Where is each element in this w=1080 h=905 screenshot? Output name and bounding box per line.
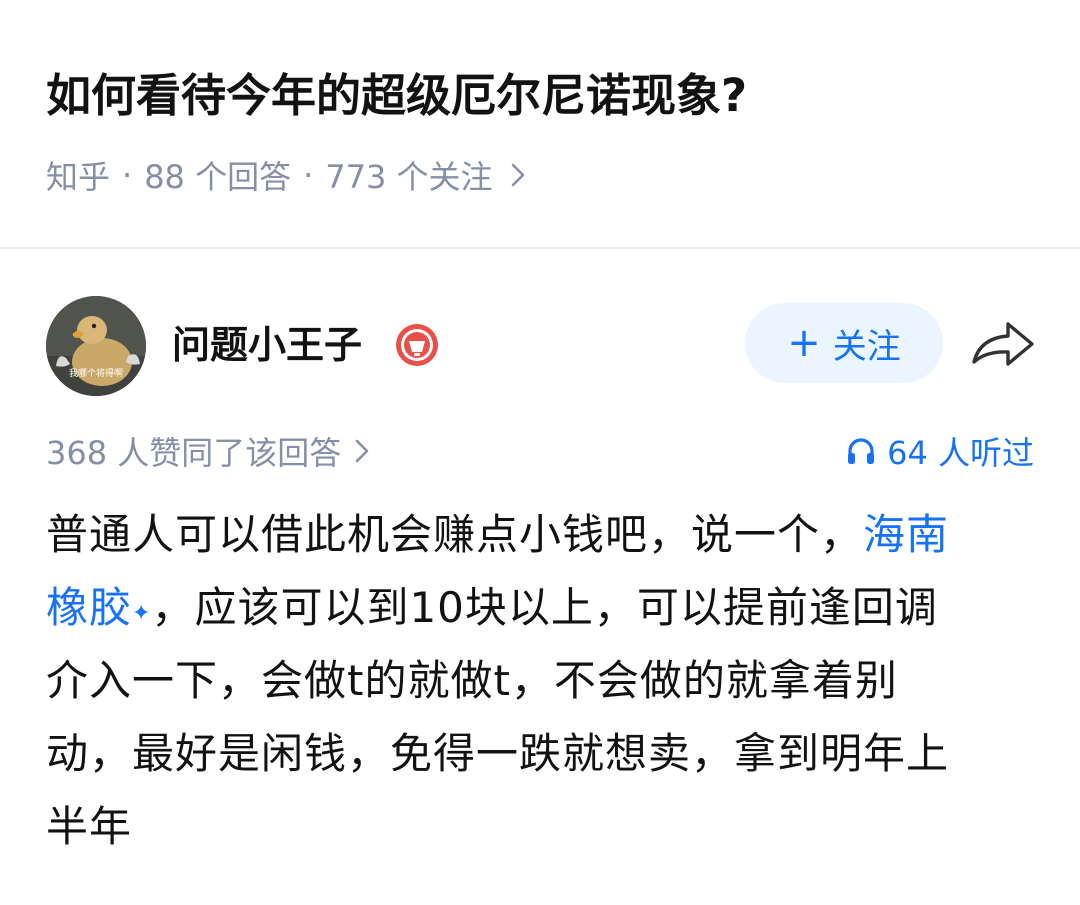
chevron-right-icon — [511, 163, 525, 187]
chevron-right-icon — [355, 439, 369, 463]
author-name[interactable]: 问题小王子 — [172, 317, 362, 373]
avatar[interactable]: 我哪个将得啊 — [46, 296, 146, 396]
follow-button[interactable]: + 关注 — [745, 303, 943, 383]
headphones-icon — [845, 435, 877, 467]
keyword-link[interactable]: 海南 — [863, 510, 949, 559]
answer-line: 普通人可以借此机会赚点小钱吧，说一个，海南 — [46, 498, 1036, 571]
svg-text:我哪个将得啊: 我哪个将得啊 — [69, 367, 123, 379]
section-divider — [0, 247, 1080, 249]
answer-line: 介入一下，会做t的就做t，不会做的就拿着别 — [46, 656, 898, 705]
meta-separator: · — [122, 156, 133, 194]
share-icon[interactable] — [970, 318, 1036, 370]
answer-line: 动，最好是闲钱，免得一跌就想卖，拿到明年上 — [46, 729, 950, 778]
listen-count-label: 64 人听过 — [887, 434, 1034, 472]
badge-icon[interactable] — [394, 322, 440, 368]
answer-line: 半年 — [46, 802, 133, 851]
answer-page: 如何看待今年的超级厄尔尼诺现象? 知乎 · 88 个回答 · 773 个关注 我… — [0, 0, 1080, 905]
answer-text: ，应该可以到10块以上，可以提前逢回调 — [151, 583, 938, 632]
vote-count-label: 368 人赞同了该回答 — [46, 434, 342, 472]
vote-count[interactable]: 368 人赞同了该回答 — [46, 428, 369, 474]
meta-separator: · — [303, 156, 314, 194]
keyword-link[interactable]: 橡胶 — [46, 583, 132, 632]
answer-count: 88 个回答 — [144, 158, 292, 196]
question-title[interactable]: 如何看待今年的超级厄尔尼诺现象? — [46, 62, 747, 130]
listen-count[interactable]: 64 人听过 — [845, 428, 1034, 474]
sparkle-icon: ✦ — [132, 601, 152, 626]
follower-count: 773 个关注 — [325, 158, 493, 196]
answer-text: 普通人可以借此机会赚点小钱吧，说一个， — [46, 510, 864, 559]
source-label: 知乎 — [46, 158, 111, 196]
answer-content: 普通人可以借此机会赚点小钱吧，说一个，海南 橡胶✦，应该可以到10块以上，可以提… — [46, 498, 1036, 863]
answer-line: 橡胶✦，应该可以到10块以上，可以提前逢回调 — [46, 571, 1036, 644]
plus-icon: + — [787, 320, 821, 366]
follow-label: 关注 — [832, 326, 901, 367]
question-meta[interactable]: 知乎 · 88 个回答 · 773 个关注 — [46, 152, 525, 198]
